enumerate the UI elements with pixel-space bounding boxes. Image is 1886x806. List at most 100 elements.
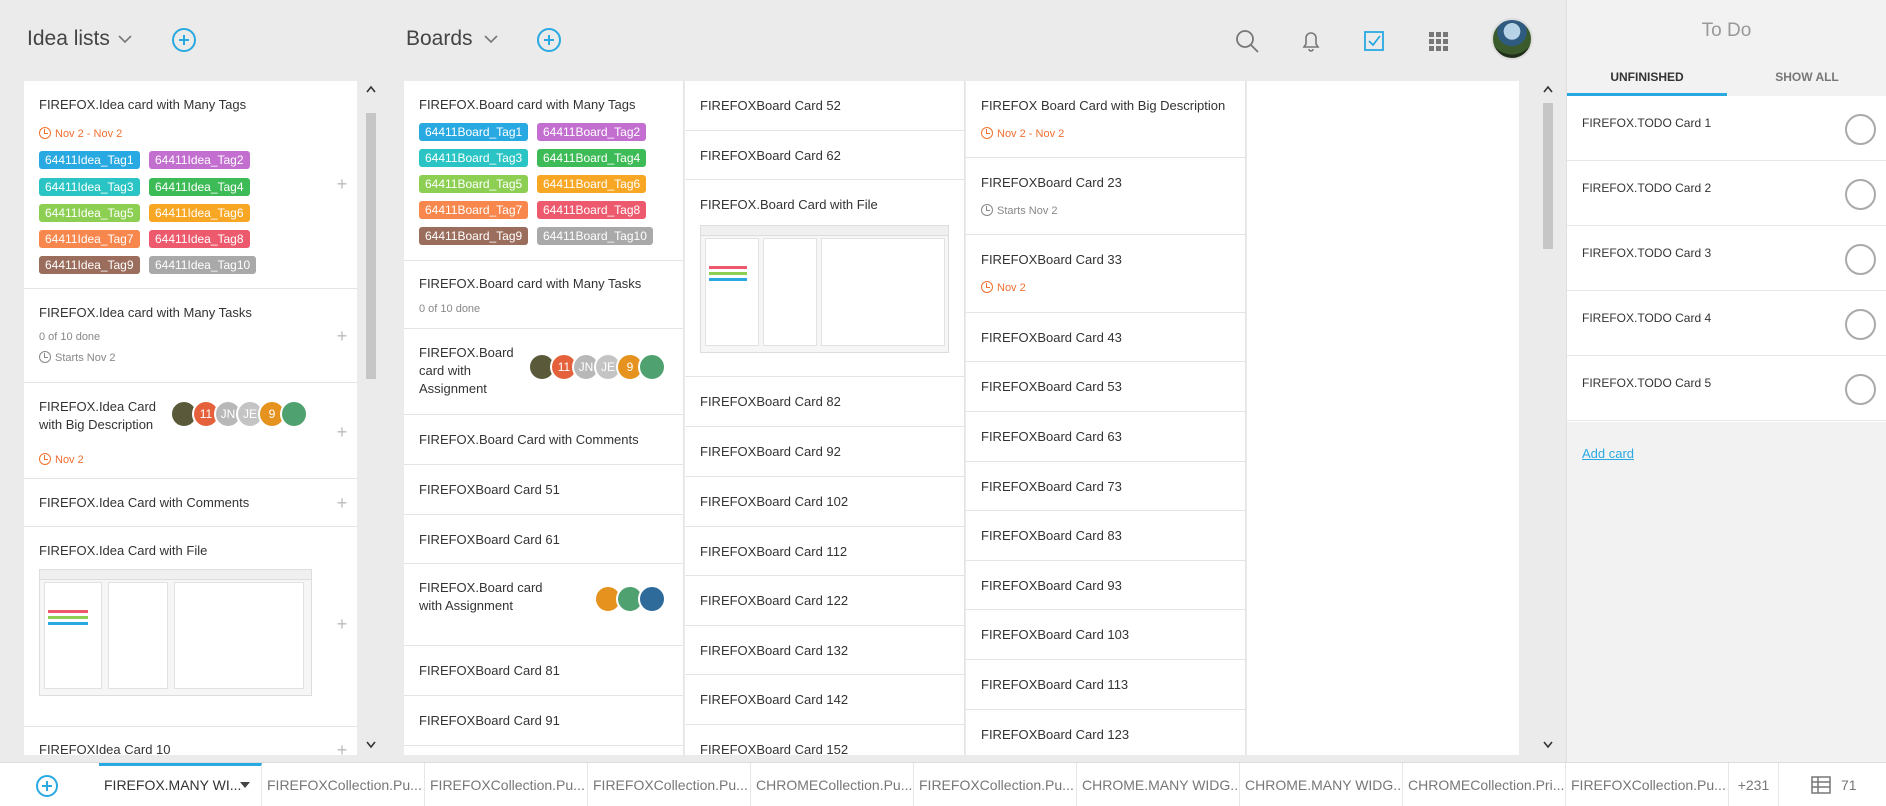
- add-board-button[interactable]: [537, 28, 561, 52]
- board-card[interactable]: FIREFOXBoard Card 103: [966, 610, 1245, 660]
- board-card[interactable]: FIREFOXBoard Card 112: [685, 527, 964, 576]
- board-card[interactable]: FIREFOXBoard Card 123: [966, 710, 1245, 755]
- idea-list-column: FIREFOX.Idea card with Many Tags Nov 2 -…: [24, 81, 357, 755]
- board-card[interactable]: FIREFOXBoard Card 51: [404, 465, 683, 515]
- todo-item[interactable]: FIREFOX.TODO Card 3: [1567, 226, 1886, 291]
- bell-icon[interactable]: [1298, 28, 1324, 54]
- idea-lists-title[interactable]: Idea lists: [27, 27, 110, 51]
- tag: 64411Board_Tag6: [537, 175, 647, 193]
- todo-item[interactable]: FIREFOX.TODO Card 2: [1567, 161, 1886, 226]
- widget-tab[interactable]: FIREFOXCollection.Pu...: [262, 763, 425, 806]
- add-task-button[interactable]: +: [335, 175, 349, 193]
- file-thumbnail[interactable]: [39, 569, 312, 696]
- tab-show-all[interactable]: SHOW ALL: [1727, 70, 1886, 84]
- add-idea-list-button[interactable]: [172, 28, 196, 52]
- widget-tab[interactable]: FIREFOXCollection.Pu...: [914, 763, 1077, 806]
- idea-column-scrollbar[interactable]: [364, 81, 378, 755]
- board-card[interactable]: FIREFOXBoard Card 73: [966, 462, 1245, 511]
- user-avatar[interactable]: [1491, 18, 1533, 60]
- todo-complete-checkbox[interactable]: [1845, 114, 1876, 145]
- widget-tab[interactable]: CHROME.MANY WIDG...: [1240, 763, 1403, 806]
- boards-chevron-down-icon[interactable]: [482, 33, 500, 45]
- board-card[interactable]: FIREFOXBoard Card 142: [685, 675, 964, 725]
- card-date: Nov 2: [981, 281, 1026, 294]
- board-card[interactable]: FIREFOXBoard Card 52: [685, 81, 964, 131]
- widget-tab[interactable]: CHROME.MANY WIDG...: [1077, 763, 1240, 806]
- apps-grid-icon[interactable]: [1426, 28, 1452, 54]
- board-card[interactable]: FIREFOXBoard Card 122: [685, 576, 964, 626]
- todo-item[interactable]: FIREFOX.TODO Card 1: [1567, 96, 1886, 161]
- todo-complete-checkbox[interactable]: [1845, 374, 1876, 405]
- board-card[interactable]: FIREFOXBoard Card 83: [966, 511, 1245, 561]
- widget-tab-active[interactable]: FIREFOX.MANY WI...: [99, 763, 262, 806]
- board-card[interactable]: FIREFOXBoard Card 132: [685, 626, 964, 675]
- file-thumbnail[interactable]: [700, 225, 949, 353]
- tag: 64411Board_Tag10: [537, 227, 653, 245]
- todo-complete-checkbox[interactable]: [1845, 309, 1876, 340]
- todo-checkbox-icon[interactable]: [1362, 28, 1388, 54]
- idea-card[interactable]: FIREFOX.Idea Card with File +: [24, 527, 357, 727]
- todo-panel: To Do UNFINISHED SHOW ALL FIREFOX.TODO C…: [1566, 0, 1886, 762]
- todo-complete-checkbox[interactable]: [1845, 244, 1876, 275]
- board-card[interactable]: FIREFOXBoard Card 152: [685, 725, 964, 755]
- widget-tab[interactable]: FIREFOXCollection.Pu...: [1566, 763, 1729, 806]
- board-card[interactable]: FIREFOX.Board card with Assignment 11 JN…: [404, 329, 683, 415]
- todo-item[interactable]: FIREFOX.TODO Card 5: [1567, 356, 1886, 421]
- todo-complete-checkbox[interactable]: [1845, 179, 1876, 210]
- board-card[interactable]: FIREFOX.Board card with Many Tags 64411B…: [404, 81, 683, 261]
- board-scrollbar[interactable]: [1541, 81, 1555, 755]
- add-task-button[interactable]: +: [335, 327, 349, 345]
- tag: 64411Idea_Tag2: [149, 151, 250, 169]
- widget-tab[interactable]: CHROMECollection.Pu...: [751, 763, 914, 806]
- add-task-button[interactable]: +: [335, 615, 349, 633]
- card-title: FIREFOX.Idea Card with File: [39, 543, 208, 558]
- board-card[interactable]: FIREFOXBoard Card 92: [685, 427, 964, 477]
- board-card[interactable]: FIREFOXBoard Card 61: [404, 515, 683, 564]
- widget-list-button[interactable]: 71: [1779, 763, 1886, 806]
- board-card[interactable]: FIREFOXBoard Card 113: [966, 660, 1245, 710]
- idea-card[interactable]: FIREFOX.Idea Card with Comments +: [24, 479, 357, 527]
- idea-lists-chevron-down-icon[interactable]: [116, 33, 134, 45]
- avatar: [280, 400, 308, 428]
- search-icon[interactable]: [1234, 28, 1260, 54]
- card-title: FIREFOX.Board card with Many Tags: [419, 97, 636, 112]
- idea-card[interactable]: FIREFOX.Idea Card with Big Description 1…: [24, 383, 357, 479]
- todo-item[interactable]: FIREFOX.TODO Card 4: [1567, 291, 1886, 356]
- task-progress: 0 of 10 done: [419, 303, 481, 315]
- widget-tab[interactable]: FIREFOXCollection.Pu...: [425, 763, 588, 806]
- board-column-3: FIREFOX Board Card with Big Description …: [966, 81, 1246, 755]
- add-widget-button[interactable]: [36, 775, 58, 797]
- board-card[interactable]: FIREFOXBoard Card 63: [966, 412, 1245, 462]
- board-card[interactable]: FIREFOXBoard Card 81: [404, 646, 683, 696]
- idea-card[interactable]: FIREFOX.Idea card with Many Tags Nov 2 -…: [24, 81, 357, 289]
- assignee-avatars: [594, 585, 666, 613]
- board-card[interactable]: FIREFOX.Board Card with Comments: [404, 415, 683, 465]
- board-card[interactable]: FIREFOXBoard Card 53: [966, 362, 1245, 412]
- add-card-link[interactable]: Add card: [1582, 446, 1634, 461]
- board-card[interactable]: FIREFOXBoard Card 62: [685, 131, 964, 180]
- more-tabs-count[interactable]: +231: [1729, 763, 1779, 806]
- tag: 64411Idea_Tag4: [149, 178, 250, 196]
- tag: 64411Idea_Tag1: [39, 151, 140, 169]
- widget-tab[interactable]: FIREFOXCollection.Pu...: [588, 763, 751, 806]
- board-card[interactable]: FIREFOXBoard Card 43: [966, 313, 1245, 362]
- idea-card[interactable]: FIREFOXIdea Card 10 +: [24, 727, 357, 755]
- board-card[interactable]: FIREFOX Board Card with Big Description …: [966, 81, 1245, 158]
- board-card[interactable]: FIREFOX.Board card with Many Tasks 0 of …: [404, 261, 683, 329]
- tab-unfinished[interactable]: UNFINISHED: [1567, 70, 1727, 84]
- board-card[interactable]: FIREFOXBoard Card 33 Nov 2: [966, 235, 1245, 313]
- boards-title[interactable]: Boards: [406, 27, 473, 51]
- board-card[interactable]: FIREFOX.Board Card with File: [685, 180, 964, 377]
- add-task-button[interactable]: +: [335, 423, 349, 441]
- add-task-button[interactable]: +: [335, 494, 349, 512]
- add-task-button[interactable]: +: [335, 741, 349, 755]
- board-card[interactable]: FIREFOXBoard Card 93: [966, 561, 1245, 610]
- idea-card[interactable]: FIREFOX.Idea card with Many Tasks 0 of 1…: [24, 289, 357, 383]
- card-title: FIREFOXBoard Card 81: [419, 663, 560, 678]
- board-card[interactable]: FIREFOX.Board card with Assignment: [404, 564, 683, 646]
- board-card[interactable]: FIREFOXBoard Card 82: [685, 377, 964, 427]
- widget-tab[interactable]: CHROMECollection.Pri...: [1403, 763, 1566, 806]
- board-card[interactable]: FIREFOXBoard Card 23 Starts Nov 2: [966, 158, 1245, 235]
- board-card[interactable]: FIREFOXBoard Card 91: [404, 696, 683, 746]
- board-card[interactable]: FIREFOXBoard Card 102: [685, 477, 964, 527]
